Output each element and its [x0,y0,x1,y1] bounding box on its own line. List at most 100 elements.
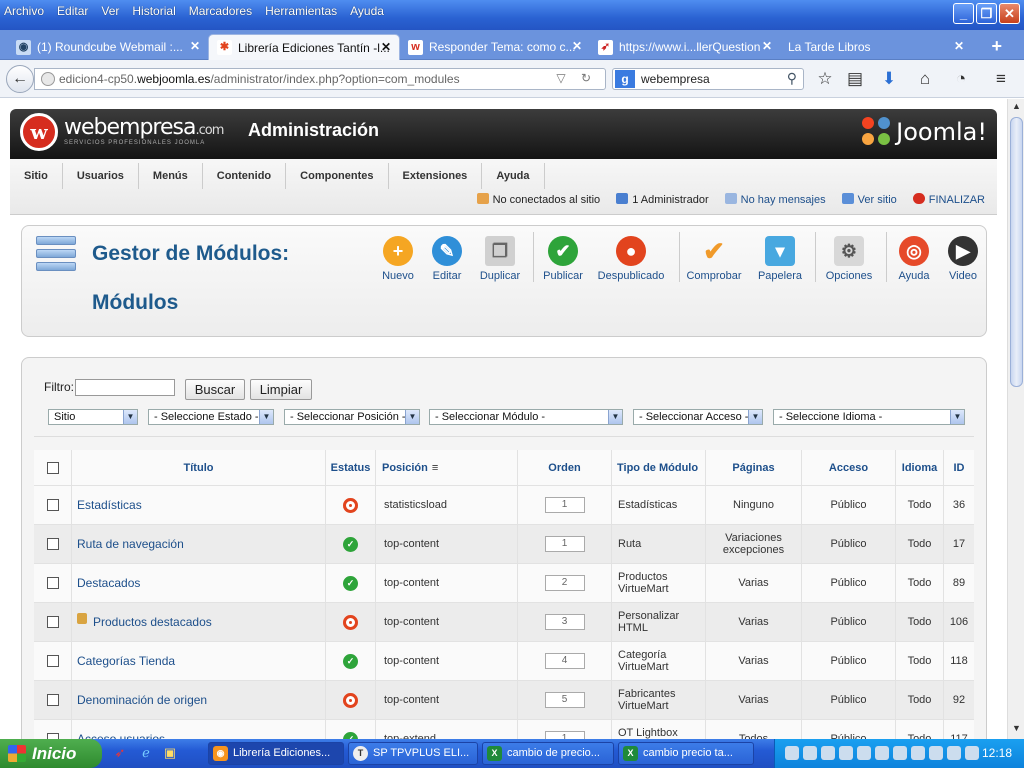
menu-componentes[interactable]: Componentes [286,163,389,189]
state-select[interactable]: - Seleccione Estado - ▼ [148,409,274,425]
menu-icon[interactable]: ≡ [990,68,1012,90]
close-window-button[interactable]: ✕ [999,3,1020,24]
menu-editar[interactable]: Editar [57,4,88,18]
row-checkbox[interactable] [46,616,59,628]
task-firefox[interactable]: ◉ Librería Ediciones... [208,742,344,765]
scrollbar-thumb[interactable] [1010,117,1023,387]
col-id[interactable]: ID [944,450,974,485]
task-excel-1[interactable]: Xcambio de precio... [482,742,614,765]
menu-historial[interactable]: Historial [132,4,175,18]
module-title-link[interactable]: Productos destacados [93,615,212,629]
menu-ayuda[interactable]: Ayuda [350,4,384,18]
menu-sitio[interactable]: Sitio [10,163,63,189]
trash-button[interactable]: ▾ Papelera [756,236,804,282]
col-status[interactable]: Estatus [326,450,376,485]
close-tab-icon[interactable]: ✕ [381,40,391,54]
menu-marcadores[interactable]: Marcadores [189,4,252,18]
client-select[interactable]: Sitio ▼ [48,409,138,425]
download-icon[interactable]: ⬇ [878,68,900,90]
close-tab-icon[interactable]: ✕ [572,39,582,53]
menu-archivo[interactable]: Archivo [4,4,44,18]
published-icon[interactable]: ✓ [343,653,358,669]
vertical-scrollbar[interactable]: ▲ ▼ [1007,99,1024,739]
row-checkbox[interactable] [46,577,59,589]
search-input[interactable]: webempresa [641,72,710,86]
search-icon[interactable]: ⚲ [787,70,797,87]
edit-button[interactable]: ✎ Editar [427,236,467,282]
order-input[interactable]: 1 [544,731,585,739]
new-tab-button[interactable]: + [991,36,1002,57]
bookmarks-list-icon[interactable]: ▤ [844,68,866,90]
new-button[interactable]: + Nuevo [378,236,418,282]
select-all-checkbox[interactable] [46,461,59,474]
view-site-link[interactable]: Ver sitio [841,193,897,206]
tab-responder[interactable]: w Responder Tema: como c... ✕ [400,34,590,60]
search-button[interactable]: Buscar [185,379,245,400]
back-button[interactable]: ← [6,65,34,93]
start-button[interactable]: Inicio [0,739,102,768]
task-tpvplus[interactable]: T SP TPVPLUS ELI... [348,742,478,765]
menu-extensiones[interactable]: Extensiones [389,163,483,189]
close-tab-icon[interactable]: ✕ [954,39,964,53]
module-title-link[interactable]: Categorías Tienda [77,654,175,668]
close-tab-icon[interactable]: ✕ [762,39,772,53]
history-icon[interactable]: ◔ [950,68,972,90]
menu-usuarios[interactable]: Usuarios [63,163,139,189]
tab-question[interactable]: ➶ https://www.i...llerQuestion ✕ [590,34,780,60]
row-checkbox[interactable] [46,694,59,706]
menu-herramientas[interactable]: Herramientas [265,4,337,18]
duplicate-button[interactable]: ❐ Duplicar [477,236,523,282]
video-button[interactable]: ▶ Video [944,236,982,282]
logout-link[interactable]: FINALIZAR [912,193,985,206]
url-bar[interactable]: edicion4-cp50. webjoomla.es/administrator… [34,68,606,90]
col-pages[interactable]: Páginas [706,450,802,485]
menu-contenido[interactable]: Contenido [203,163,287,189]
col-type[interactable]: Tipo de Módulo [612,450,706,485]
maximize-button[interactable]: ❐ [976,3,997,24]
col-position[interactable]: Posición ≡ [376,450,518,485]
access-select[interactable]: - Seleccionar Acceso - ▼ [633,409,763,425]
published-icon[interactable]: ✓ [343,536,358,552]
module-title-link[interactable]: Estadísticas [77,498,142,512]
position-select[interactable]: - Seleccionar Posición - ▼ [284,409,420,425]
module-title-link[interactable]: Ruta de navegación [77,537,184,551]
options-button[interactable]: ⚙ Opciones [824,236,874,282]
filter-input[interactable] [75,379,175,396]
media-icon[interactable]: ▣ [162,745,178,761]
row-checkbox[interactable] [46,499,59,511]
col-language[interactable]: Idioma [896,450,944,485]
star-icon[interactable]: ☆ [814,68,836,90]
tab-libreria[interactable]: ✱ Librería Ediciones Tantín -l... ✕ [208,34,400,60]
col-order[interactable]: Orden [518,450,612,485]
col-title[interactable]: Título [72,450,326,485]
task-excel-2[interactable]: Xcambio precio ta... [618,742,754,765]
menu-ayuda[interactable]: Ayuda [482,163,545,189]
row-checkbox[interactable] [46,655,59,667]
unpublished-icon[interactable] [343,497,358,513]
module-title-link[interactable]: Acceso usuarios [77,732,165,739]
order-input[interactable]: 1 [544,497,585,513]
order-input[interactable]: 2 [544,575,585,591]
menu-ver[interactable]: Ver [101,4,119,18]
messages-link[interactable]: No hay mensajes [724,193,826,206]
order-input[interactable]: 3 [544,614,585,630]
published-icon[interactable]: ✓ [343,575,358,591]
search-engine-icon[interactable]: g [615,70,635,88]
unpublished-icon[interactable] [343,692,358,708]
module-title-link[interactable]: Denominación de origen [77,693,207,707]
menu-menus[interactable]: Menús [139,163,203,189]
tab-latarde[interactable]: La Tarde Libros ✕ [780,34,972,60]
clear-button[interactable]: Limpiar [250,379,312,400]
quicklaunch-icon[interactable]: ➶ [112,745,128,761]
order-input[interactable]: 4 [544,653,585,669]
checkin-button[interactable]: ✔ Comprobar [686,236,742,282]
published-icon[interactable]: ✓ [343,731,358,739]
col-access[interactable]: Acceso [802,450,896,485]
module-title-link[interactable]: Destacados [77,576,140,590]
language-select[interactable]: - Seleccione Idioma - ▼ [773,409,965,425]
close-tab-icon[interactable]: ✕ [190,39,200,53]
tab-roundcube[interactable]: ◉ (1) Roundcube Webmail :... ✕ [8,34,208,60]
home-icon[interactable]: ⌂ [914,68,936,90]
help-button[interactable]: ◎ Ayuda [894,236,934,282]
ie-icon[interactable]: ℯ [138,745,154,761]
